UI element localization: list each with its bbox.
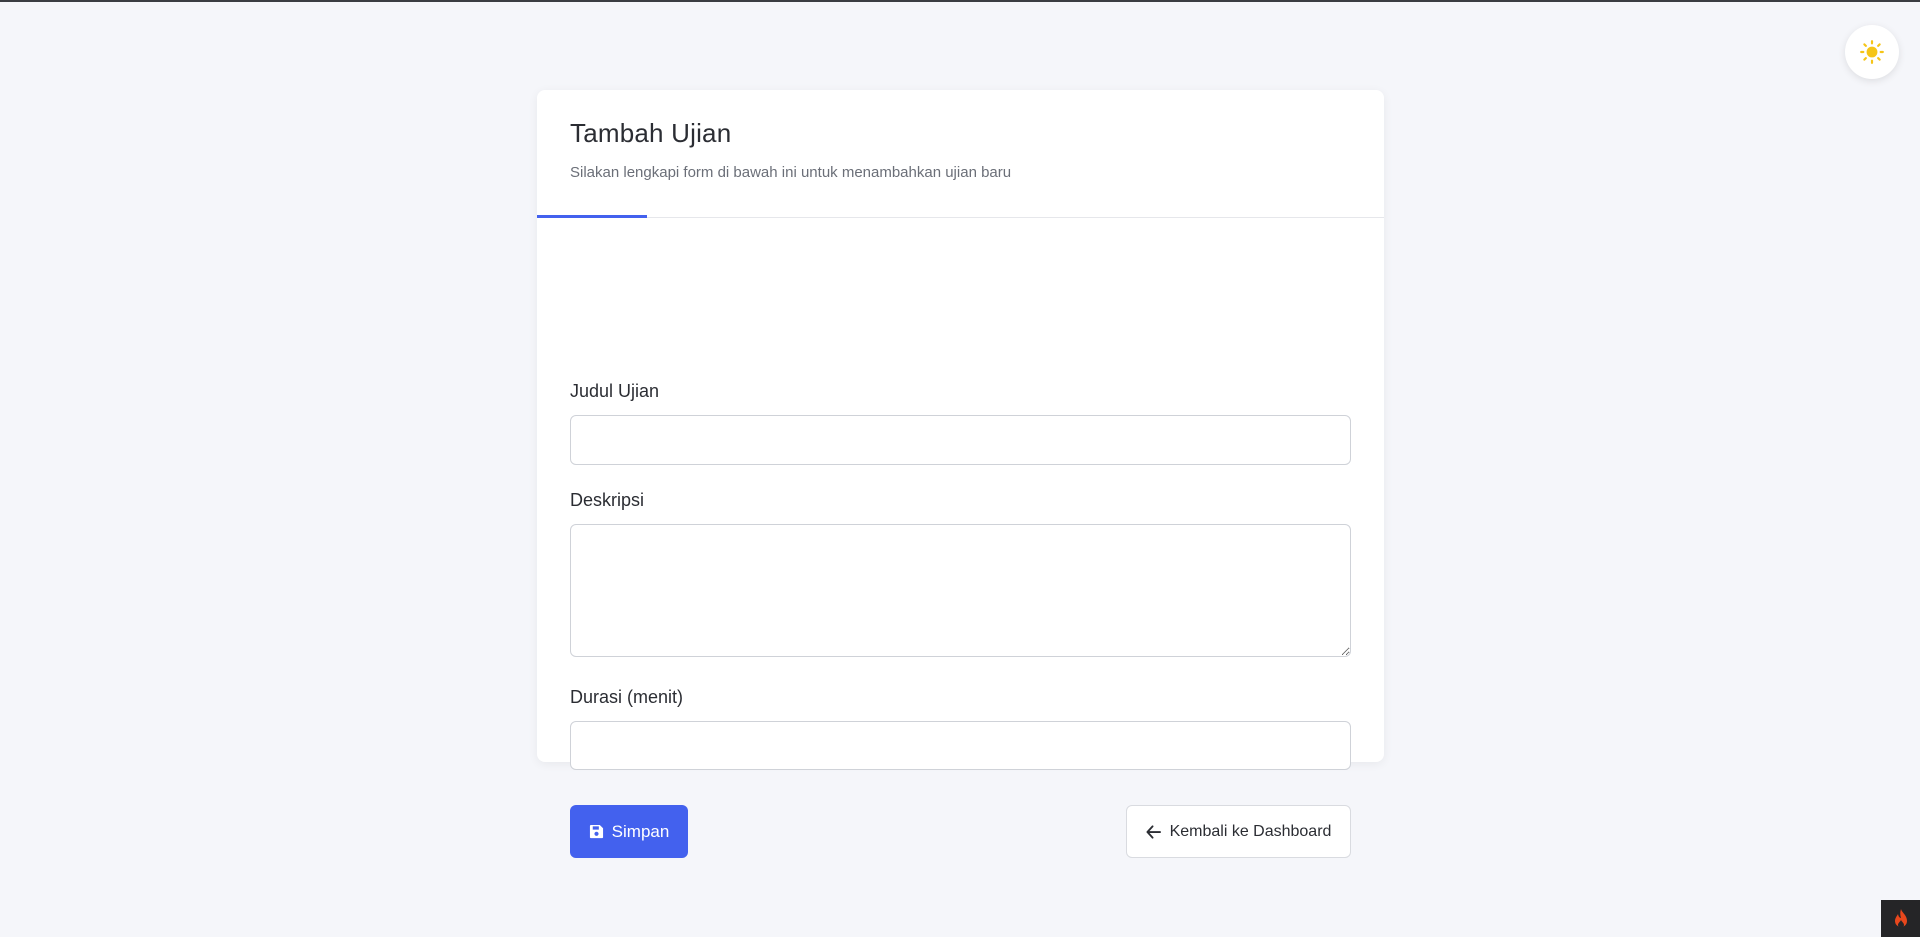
arrow-left-icon (1146, 824, 1161, 839)
back-to-dashboard-button[interactable]: Kembali ke Dashboard (1126, 805, 1351, 858)
exam-title-input[interactable] (570, 415, 1351, 465)
card-header: Tambah Ujian Silakan lengkapi form di ba… (537, 90, 1384, 218)
floppy-disk-icon (589, 824, 604, 839)
corner-badge[interactable] (1881, 900, 1920, 937)
description-textarea[interactable] (570, 524, 1351, 657)
sun-icon (1859, 39, 1885, 65)
top-border-line (0, 0, 1920, 2)
add-exam-card: Tambah Ujian Silakan lengkapi form di ba… (537, 90, 1384, 858)
save-button-label: Simpan (611, 821, 670, 841)
theme-toggle-button[interactable] (1845, 25, 1899, 79)
duration-label: Durasi (menit) (570, 687, 684, 707)
exam-title-label: Judul Ujian (570, 381, 660, 401)
description-label: Deskripsi (570, 490, 645, 510)
page-title: Tambah Ujian (570, 118, 732, 148)
header-accent-bar (537, 215, 647, 218)
duration-input[interactable] (570, 721, 1351, 770)
back-button-label: Kembali ke Dashboard (1169, 822, 1332, 840)
page-subtitle: Silakan lengkapi form di bawah ini untuk… (570, 164, 1012, 181)
flame-icon (1892, 908, 1910, 930)
save-button[interactable]: Simpan (570, 805, 688, 858)
